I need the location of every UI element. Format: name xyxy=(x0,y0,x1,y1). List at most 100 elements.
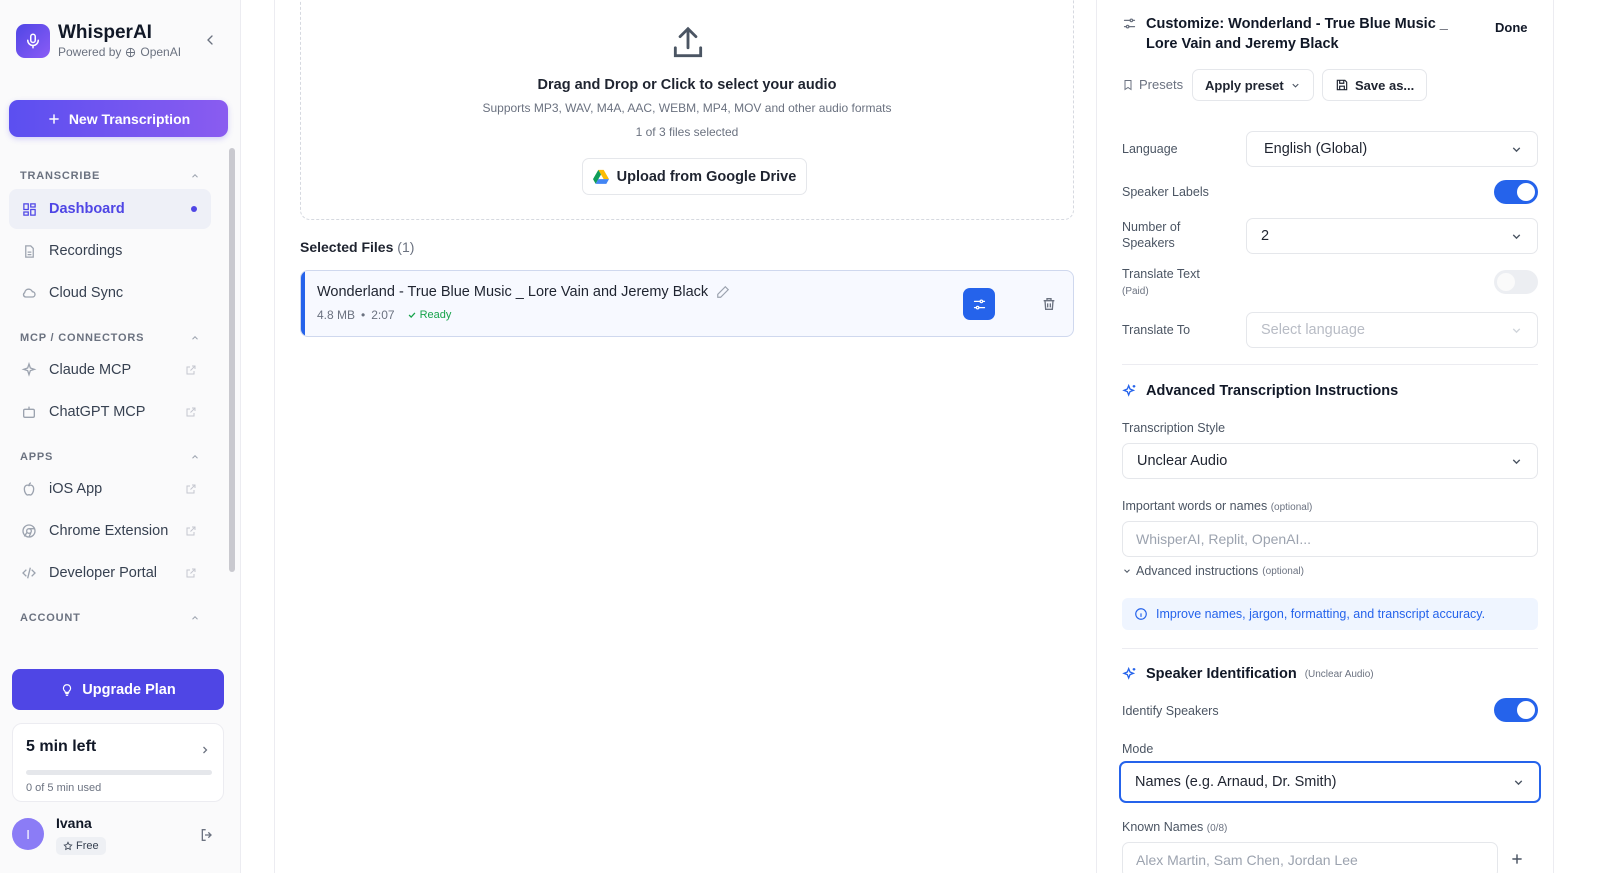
mode-select[interactable]: Names (e.g. Arnaud, Dr. Smith) xyxy=(1119,761,1541,803)
apply-preset-dropdown[interactable]: Apply preset xyxy=(1192,69,1314,101)
brand-powered-text: Powered by xyxy=(58,45,122,59)
sparkle-icon xyxy=(21,362,37,378)
advanced-instructions-heading: Advanced Transcription Instructions xyxy=(1122,383,1398,399)
usage-title: 5 min left xyxy=(26,738,97,755)
file-icon xyxy=(21,243,37,259)
chevron-down-icon xyxy=(1512,328,1521,334)
cloud-icon xyxy=(21,285,37,301)
google-drive-icon xyxy=(592,169,609,184)
app-window: WhisperAI Powered by OpenAI New Transcri… xyxy=(0,0,1600,873)
new-transcription-label: New Transcription xyxy=(68,110,191,127)
known-names-count: (0/8) xyxy=(1206,823,1228,834)
chevron-down-icon xyxy=(1512,459,1521,465)
avatar: I xyxy=(12,818,44,850)
info-banner: Improve names, jargon, formatting, and t… xyxy=(1122,598,1538,630)
selected-files-count: (1) xyxy=(397,239,415,255)
bot-icon xyxy=(21,404,37,420)
user-profile[interactable]: I Ivana Free xyxy=(12,815,224,860)
sidebar-scrollbar[interactable] xyxy=(229,148,235,572)
sidebar-item-cloud-sync[interactable]: Cloud Sync xyxy=(9,273,211,313)
logout-icon[interactable] xyxy=(199,827,215,843)
audio-drop-zone[interactable]: Drag and Drop or Click to select your au… xyxy=(300,0,1074,220)
dashboard-grid-icon xyxy=(21,201,37,217)
transcription-style-select[interactable]: Unclear Audio xyxy=(1122,443,1538,479)
upgrade-plan-button[interactable]: Upgrade Plan xyxy=(12,669,224,710)
section-account[interactable]: ACCOUNT xyxy=(20,612,200,624)
done-button[interactable]: Done xyxy=(1495,20,1528,35)
info-icon xyxy=(1135,608,1147,620)
brand-provider: OpenAI xyxy=(140,45,182,59)
number-of-speakers-select[interactable]: 2 xyxy=(1246,218,1538,254)
usage-progress-bar xyxy=(26,770,212,775)
sidebar-item-label: ChatGPT MCP xyxy=(49,404,146,420)
sidebar-item-label: Cloud Sync xyxy=(49,285,124,301)
selected-files-label: Selected Files xyxy=(300,239,394,255)
sidebar-nav[interactable]: TRANSCRIBE Dashboard Recordings Cloud Sy… xyxy=(0,146,228,656)
number-of-speakers-line2: Speakers xyxy=(1122,236,1175,250)
collapse-sidebar-icon[interactable] xyxy=(202,32,218,48)
usage-card[interactable]: 5 min left 0 of 5 min used xyxy=(12,723,224,802)
sidebar-item-dashboard[interactable]: Dashboard xyxy=(9,189,211,229)
lightbulb-icon xyxy=(63,683,72,696)
drop-zone-title: Drag and Drop or Click to select your au… xyxy=(537,77,837,93)
plan-badge-label: Free xyxy=(76,840,99,852)
chevron-down-icon xyxy=(1124,569,1130,573)
sidebar-item-label: Recordings xyxy=(49,243,123,259)
language-select[interactable]: English (Global) xyxy=(1246,131,1538,167)
sidebar-item-claude-mcp[interactable]: Claude MCP xyxy=(9,350,211,390)
section-account-label: ACCOUNT xyxy=(20,612,81,624)
sidebar-item-label: iOS App xyxy=(49,481,103,497)
translate-text-toggle[interactable] xyxy=(1494,270,1538,294)
brand[interactable]: WhisperAI Powered by OpenAI xyxy=(16,22,181,60)
upload-google-drive-button[interactable]: Upload from Google Drive xyxy=(582,158,807,195)
section-apps[interactable]: APPS xyxy=(20,451,200,463)
pencil-edit-icon[interactable] xyxy=(716,285,730,299)
apple-icon xyxy=(21,481,37,497)
info-banner-text: Improve names, jargon, formatting, and t… xyxy=(1156,607,1486,621)
microphone-logo-icon xyxy=(16,24,50,58)
chevron-up-icon xyxy=(192,616,198,620)
divider xyxy=(1122,364,1538,365)
save-as-button[interactable]: Save as... xyxy=(1322,69,1428,101)
drop-zone-formats: Supports MP3, WAV, M4A, AAC, WEBM, MP4, … xyxy=(482,101,892,115)
meta-separator: • xyxy=(361,308,366,322)
section-mcp[interactable]: MCP / CONNECTORS xyxy=(20,332,200,344)
number-of-speakers-line1: Number of xyxy=(1122,220,1181,234)
advanced-instructions-optional: (optional) xyxy=(1262,565,1304,577)
add-name-plus-icon[interactable] xyxy=(1510,852,1524,866)
section-mcp-label: MCP / CONNECTORS xyxy=(20,332,145,344)
advanced-instructions-toggle[interactable]: Advanced instructions (optional) xyxy=(1122,564,1304,578)
translate-to-label: Translate To xyxy=(1122,323,1191,337)
known-names-input[interactable]: Alex Martin, Sam Chen, Jordan Lee xyxy=(1122,842,1498,873)
external-link-icon xyxy=(186,568,196,578)
upgrade-plan-label: Upgrade Plan xyxy=(82,681,176,698)
section-transcribe[interactable]: TRANSCRIBE xyxy=(20,170,200,182)
sidebar-item-developer-portal[interactable]: Developer Portal xyxy=(9,553,211,593)
file-settings-button[interactable] xyxy=(963,288,995,320)
file-card[interactable]: Wonderland - True Blue Music _ Lore Vain… xyxy=(300,270,1074,337)
file-meta: 4.8 MB • 2:07 Ready xyxy=(317,308,451,322)
sidebar-item-recordings[interactable]: Recordings xyxy=(9,231,211,271)
sparkles-icon xyxy=(1122,666,1136,680)
save-as-label: Save as... xyxy=(1355,77,1415,93)
known-names-label: Known Names (0/8) xyxy=(1122,819,1227,837)
section-transcribe-label: TRANSCRIBE xyxy=(20,170,101,182)
sidebar-item-label: Chrome Extension xyxy=(49,523,169,539)
identify-speakers-toggle[interactable] xyxy=(1494,698,1538,722)
plan-badge: Free xyxy=(56,837,106,855)
sidebar-item-chatgpt-mcp[interactable]: ChatGPT MCP xyxy=(9,392,211,432)
star-icon xyxy=(63,841,73,851)
speaker-labels-toggle[interactable] xyxy=(1494,180,1538,204)
status-badge: Ready xyxy=(407,309,451,321)
translate-text-note: (Paid) xyxy=(1122,286,1149,297)
active-dot xyxy=(191,206,197,212)
important-words-input[interactable]: WhisperAI, Replit, OpenAI... xyxy=(1122,521,1538,557)
translate-to-select[interactable]: Select language xyxy=(1246,312,1538,348)
new-transcription-button[interactable]: New Transcription xyxy=(9,100,228,137)
chevron-down-icon xyxy=(1514,780,1523,786)
sidebar-item-ios-app[interactable]: iOS App xyxy=(9,469,211,509)
trash-icon[interactable] xyxy=(1041,296,1057,312)
speaker-identification-note: (Unclear Audio) xyxy=(1304,668,1374,680)
sidebar-item-chrome-extension[interactable]: Chrome Extension xyxy=(9,511,211,551)
main-content: Drag and Drop or Click to select your au… xyxy=(274,0,1097,873)
